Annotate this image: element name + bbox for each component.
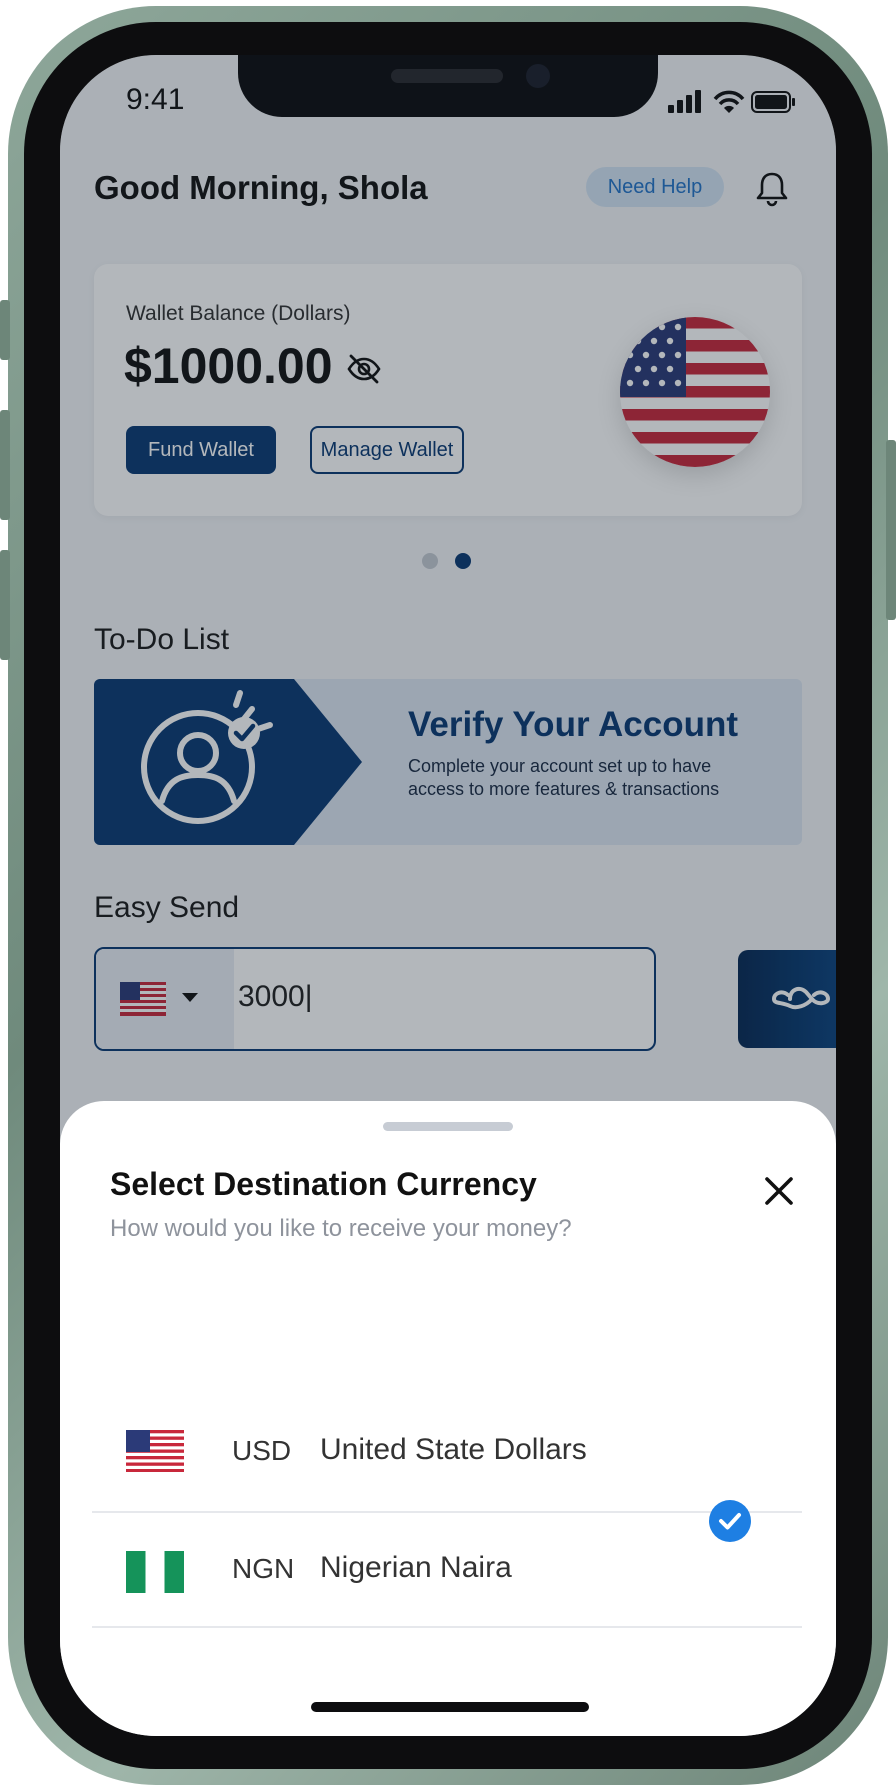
row-divider <box>92 1626 802 1628</box>
currency-name-ngn: Nigerian Naira <box>320 1551 512 1584</box>
currency-code-ngn: NGN <box>232 1553 295 1584</box>
volume-up-button <box>0 410 10 520</box>
volume-down-button <box>0 550 10 660</box>
close-icon[interactable] <box>763 1175 795 1207</box>
screen: 9:41 Good Morning, Shola Need Help Walle… <box>60 55 836 1736</box>
nigeria-flag-icon <box>126 1551 184 1593</box>
selected-check-badge <box>709 1500 751 1542</box>
sheet-title: Select Destination Currency <box>110 1166 537 1202</box>
currency-code-usd: USD <box>232 1435 292 1466</box>
home-indicator[interactable] <box>311 1702 589 1712</box>
currency-option-ngn[interactable]: NGN Nigerian Naira <box>92 1513 802 1629</box>
currency-name-usd: United State Dollars <box>320 1433 587 1466</box>
sheet-subtitle: How would you like to receive your money… <box>110 1215 572 1242</box>
check-icon <box>719 1513 741 1530</box>
power-button <box>886 440 896 620</box>
currency-option-usd[interactable]: USD United State Dollars <box>92 1395 802 1511</box>
usa-flag-icon <box>126 1430 184 1472</box>
mute-switch <box>0 300 10 360</box>
sheet-drag-handle[interactable] <box>383 1122 513 1131</box>
